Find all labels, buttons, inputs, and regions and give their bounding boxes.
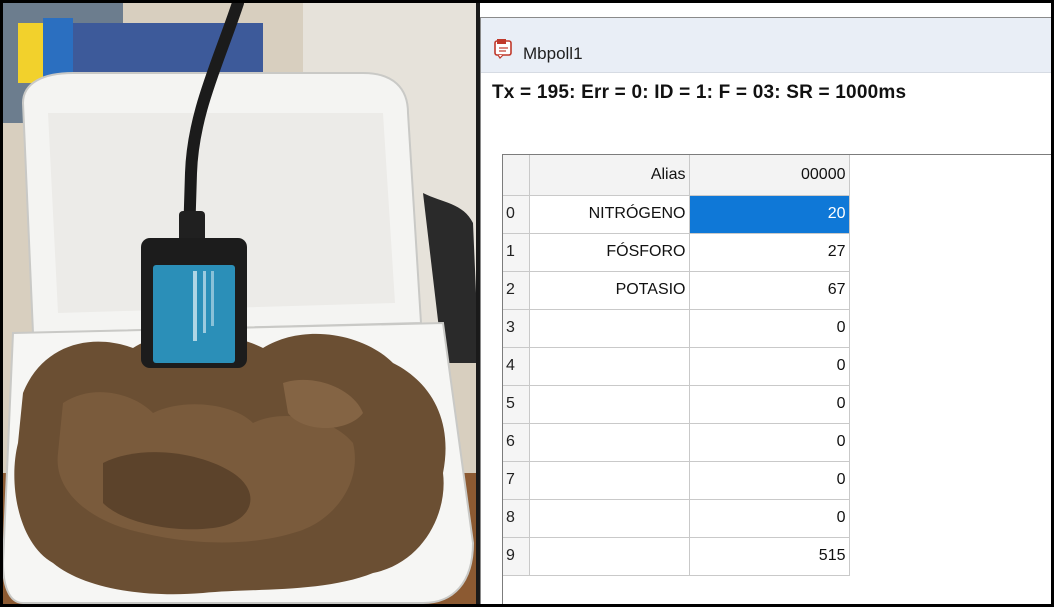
alias-column-header[interactable]: Alias [529,155,690,196]
row-index[interactable]: 7 [503,461,530,500]
row-index[interactable]: 0 [503,195,530,234]
window-titlebar[interactable]: Mbpoll1 [481,18,1051,73]
table-header-row: Alias 00000 [503,155,850,196]
value-cell[interactable]: 0 [689,385,850,424]
row-index[interactable]: 8 [503,499,530,538]
value-cell[interactable]: 27 [689,233,850,272]
alias-cell[interactable]: NITRÓGENO [529,195,690,234]
alias-cell[interactable] [529,309,690,348]
row-index[interactable]: 2 [503,271,530,310]
mbpoll-app-icon [494,39,514,59]
alias-cell[interactable]: POTASIO [529,271,690,310]
row-index[interactable]: 6 [503,423,530,462]
value-cell[interactable]: 67 [689,271,850,310]
alias-cell[interactable] [529,461,690,500]
alias-cell[interactable]: FÓSFORO [529,233,690,272]
register-column-header[interactable]: 00000 [689,155,850,196]
row-index[interactable]: 1 [503,233,530,272]
register-grid[interactable]: Alias 00000 0 NITRÓGENO 20 1 FÓSFORO 27 … [502,154,1051,604]
screenshot-frame: Mbpoll1 Tx = 195: Err = 0: ID = 1: F = 0… [0,0,1054,607]
value-cell[interactable]: 515 [689,537,850,576]
table-row[interactable]: 5 0 [503,385,850,424]
value-cell[interactable]: 0 [689,423,850,462]
register-table: Alias 00000 0 NITRÓGENO 20 1 FÓSFORO 27 … [503,155,850,576]
alias-cell[interactable] [529,499,690,538]
row-index[interactable]: 5 [503,385,530,424]
row-index[interactable]: 3 [503,309,530,348]
table-row[interactable]: 7 0 [503,461,850,500]
table-row[interactable]: 9 515 [503,537,850,576]
alias-cell[interactable] [529,537,690,576]
table-row[interactable]: 4 0 [503,347,850,386]
table-row[interactable]: 2 POTASIO 67 [503,271,850,310]
table-row[interactable]: 6 0 [503,423,850,462]
soil-sensor-photo [3,3,479,604]
value-cell[interactable]: 0 [689,347,850,386]
value-cell-selected[interactable]: 20 [689,195,850,234]
table-row[interactable]: 1 FÓSFORO 27 [503,233,850,272]
table-row[interactable]: 8 0 [503,499,850,538]
alias-cell[interactable] [529,347,690,386]
row-index[interactable]: 9 [503,537,530,576]
row-index[interactable]: 4 [503,347,530,386]
table-row[interactable]: 0 NITRÓGENO 20 [503,195,850,234]
poll-status-line: Tx = 195: Err = 0: ID = 1: F = 03: SR = … [492,82,907,103]
value-cell[interactable]: 0 [689,499,850,538]
alias-cell[interactable] [529,423,690,462]
table-row[interactable]: 3 0 [503,309,850,348]
window-title: Mbpoll1 [523,44,583,63]
value-cell[interactable]: 0 [689,461,850,500]
mbpoll-window[interactable]: Mbpoll1 Tx = 195: Err = 0: ID = 1: F = 0… [480,17,1051,604]
value-cell[interactable]: 0 [689,309,850,348]
alias-cell[interactable] [529,385,690,424]
grid-corner-cell[interactable] [503,155,530,196]
